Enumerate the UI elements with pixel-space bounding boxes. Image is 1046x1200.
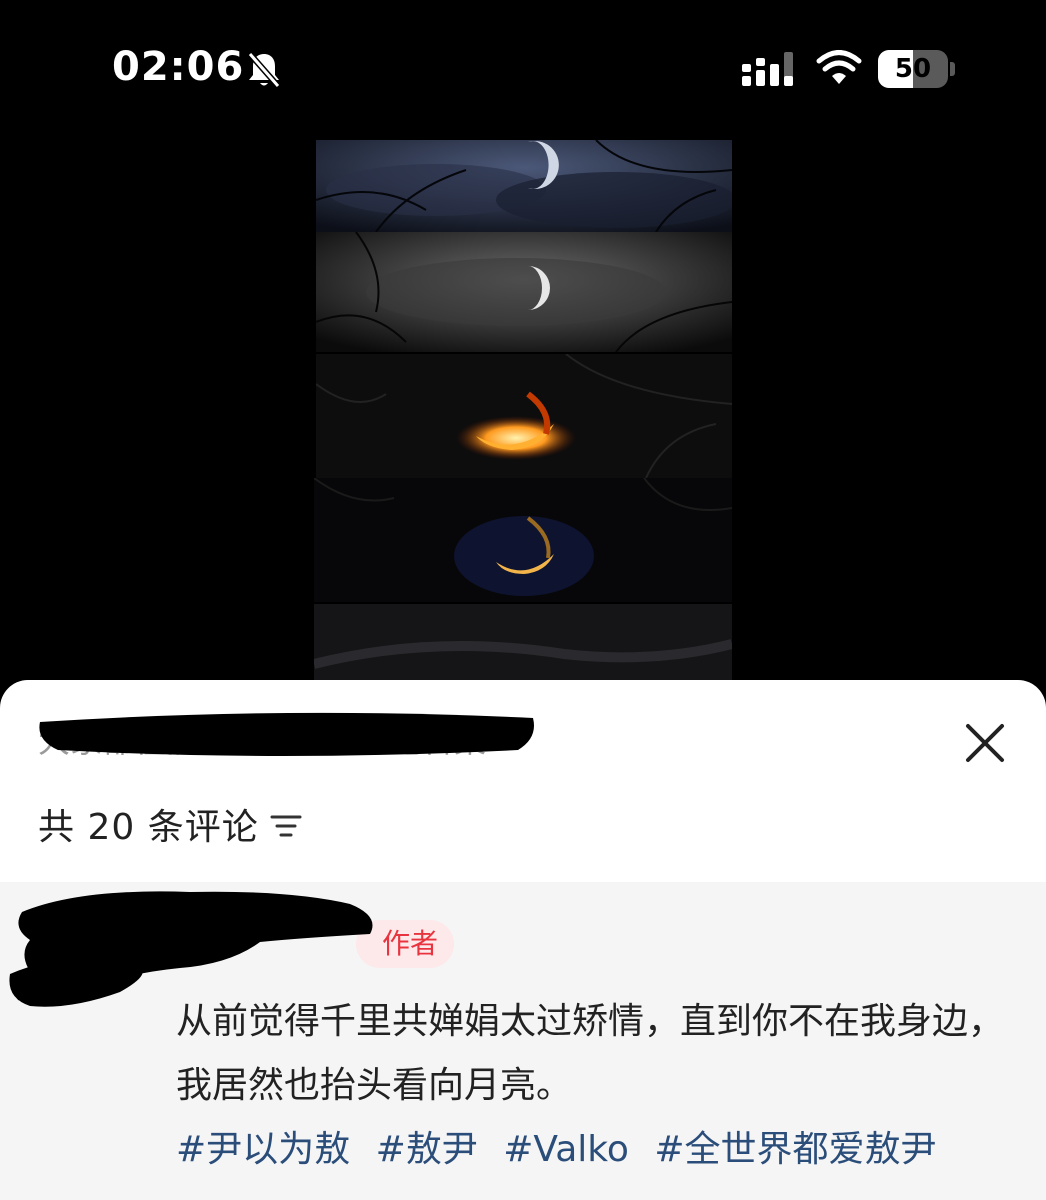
comment-text: 从前觉得千里共婵娟太过矫情，直到你不在我身边，我居然也抬头看向月亮。	[176, 1001, 1005, 1106]
moon-frame-1	[316, 140, 732, 232]
hashtag-list: #尹以为敖 #敖尹 #Valko #全世界都爱敖尹	[176, 1120, 951, 1172]
moon-frame-3	[316, 354, 732, 478]
hashtag-link[interactable]: #全世界都爱敖尹	[654, 1129, 936, 1170]
moon-frame-4	[314, 478, 732, 602]
wifi-icon	[816, 50, 862, 84]
close-icon[interactable]	[958, 716, 1012, 770]
battery-icon: 50	[878, 50, 956, 88]
battery-level: 50	[894, 54, 932, 84]
hashtag-link[interactable]: #敖尹	[376, 1129, 478, 1170]
signal-icon	[742, 52, 793, 86]
comment-count-row: 共 20 条评论	[38, 798, 303, 850]
comment-item[interactable]: 作者 从前觉得千里共婵娟太过矫情，直到你不在我身边，我居然也抬头看向月亮。 #尹…	[0, 882, 1046, 1200]
redaction-scribble	[39, 712, 534, 756]
status-time: 02:06	[112, 44, 245, 90]
status-bar: 02:06 50	[0, 0, 1046, 140]
moon-frame-5	[314, 604, 732, 685]
bell-slash-icon	[247, 52, 281, 88]
comment-count: 共 20 条评论	[38, 807, 259, 848]
hashtag-link[interactable]: #尹以为敖	[176, 1129, 350, 1170]
moon-frame-2	[316, 232, 732, 352]
hashtag-link[interactable]: #Valko	[503, 1129, 629, 1170]
comments-sheet: 大家都在搜：敖尹冬瓜日记合集 共 20 条评论 作者 从前觉得千里共婵娟太过矫情…	[0, 680, 1046, 1200]
sort-filter-icon[interactable]	[269, 811, 303, 841]
video-preview[interactable]	[0, 140, 1046, 685]
